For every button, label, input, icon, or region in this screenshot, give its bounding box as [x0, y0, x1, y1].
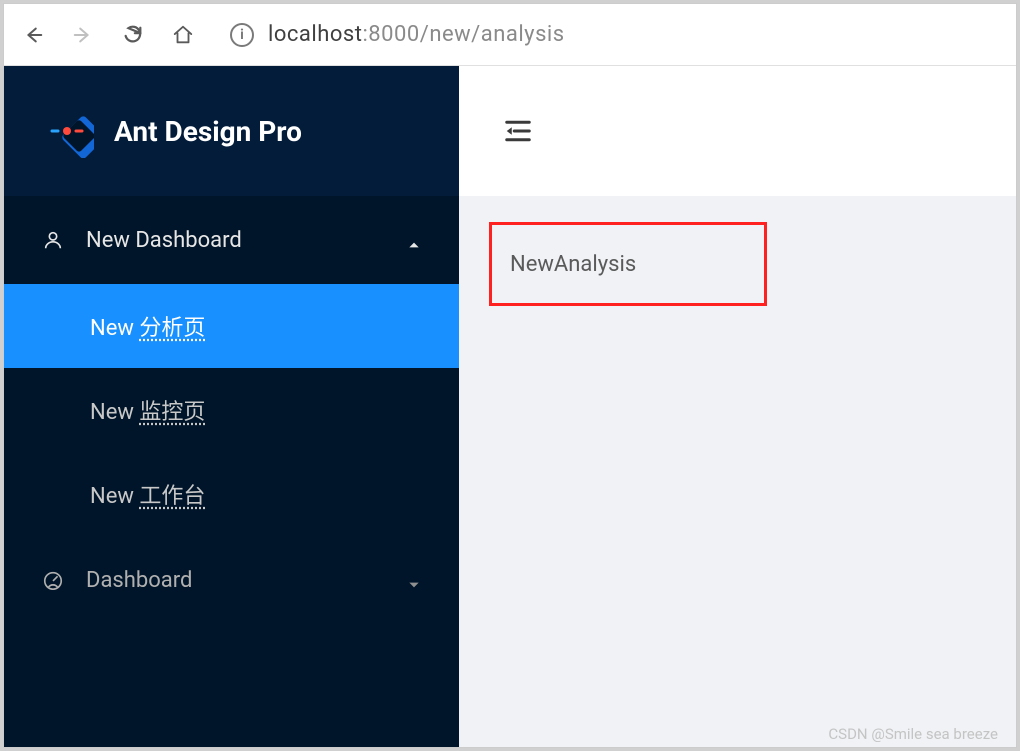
submenu-label-en: New [90, 400, 134, 425]
app-body: Ant Design Pro New Dashboard New 分析页 [4, 66, 1016, 747]
dashboard-icon [42, 569, 64, 591]
submenu-label-cn: 分析页 [139, 310, 205, 342]
sidebar-header: Ant Design Pro [4, 66, 459, 196]
info-icon[interactable]: i [230, 23, 254, 47]
sidebar-group-label: New Dashboard [86, 228, 242, 253]
url-rest: :8000/new/analysis [362, 22, 564, 47]
submenu-label-en: New [90, 316, 134, 341]
sidebar-group-new-dashboard[interactable]: New Dashboard [4, 196, 459, 284]
chevron-down-icon [407, 573, 421, 587]
address-bar[interactable]: i localhost:8000/new/analysis [230, 22, 565, 47]
submenu-label-en: New [90, 484, 134, 509]
sidebar-group-dashboard[interactable]: Dashboard [4, 536, 459, 624]
url-host: localhost [268, 22, 362, 47]
forward-button[interactable] [72, 24, 94, 46]
sidebar-group-label: Dashboard [86, 568, 192, 593]
app-title: Ant Design Pro [114, 115, 302, 148]
chevron-up-icon [407, 233, 421, 247]
page-heading: NewAnalysis [510, 252, 636, 277]
page-heading-highlight: NewAnalysis [489, 222, 767, 306]
content-main: NewAnalysis [459, 196, 1016, 747]
back-button[interactable] [22, 24, 44, 46]
sidebar-item-new-analysis[interactable]: New 分析页 [4, 284, 459, 368]
url-display: localhost:8000/new/analysis [268, 22, 565, 47]
menu-fold-icon[interactable] [503, 116, 533, 146]
browser-toolbar: i localhost:8000/new/analysis [4, 4, 1016, 66]
browser-window: i localhost:8000/new/analysis Ant Design [3, 3, 1017, 748]
submenu-label-cn: 工作台 [139, 478, 205, 510]
sidebar-item-new-workplace[interactable]: New 工作台 [4, 452, 459, 536]
home-button[interactable] [172, 24, 194, 46]
logo-icon [40, 104, 94, 158]
reload-button[interactable] [122, 24, 144, 46]
submenu-label-cn: 监控页 [139, 394, 205, 426]
nav-buttons [22, 24, 194, 46]
content-area: NewAnalysis [459, 66, 1016, 747]
user-icon [42, 229, 64, 251]
sidebar-item-new-monitor[interactable]: New 监控页 [4, 368, 459, 452]
content-header [459, 66, 1016, 196]
sidebar: Ant Design Pro New Dashboard New 分析页 [4, 66, 459, 747]
